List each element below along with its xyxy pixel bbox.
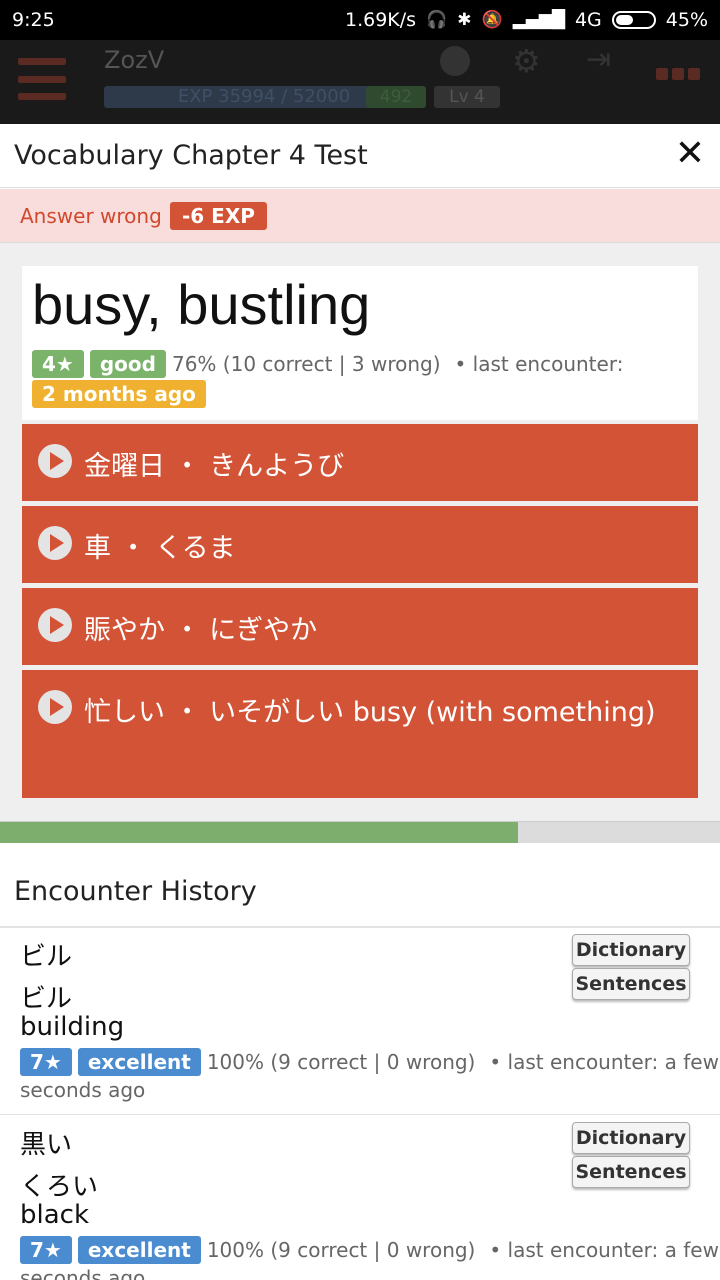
history-title: Encounter History <box>14 876 257 907</box>
signal-icon: ▂▄▆█ <box>512 10 565 30</box>
level-badge: Lv 4 <box>434 86 500 108</box>
exp-change-badge: -6 EXP <box>170 202 267 230</box>
play-icon[interactable] <box>38 690 72 724</box>
answer-alert: Answer wrong -6 EXP <box>0 189 720 243</box>
last-encounter-badge: 2 months ago <box>32 380 206 408</box>
answer-option[interactable]: 車 ・ くるま <box>22 506 698 583</box>
menu-icon[interactable] <box>18 58 66 100</box>
last-encounter-label: • last encounter: a few <box>489 1050 719 1074</box>
mute-icon: 🔕 <box>481 10 503 30</box>
sentences-button[interactable]: Sentences <box>572 1156 690 1188</box>
logout-icon[interactable]: ⇥ <box>586 42 611 77</box>
answer-text: 車 ・ くるま <box>84 533 236 564</box>
history-meaning: black <box>20 1200 90 1230</box>
close-icon[interactable]: ✕ <box>670 134 710 174</box>
last-encounter-value: seconds ago <box>20 1078 146 1102</box>
question-stats: 76% (10 correct | 3 wrong) <box>171 352 441 376</box>
history-kanji: 黒い <box>20 1130 73 1160</box>
status-bar: 9:25 1.69K/s 🎧 ✱ 🔕 ▂▄▆█ 4G 45% <box>0 0 720 40</box>
bluetooth-icon: ✱ <box>457 10 472 30</box>
answer-text: 賑やか ・ にぎやか <box>84 615 318 646</box>
question-meta: 4★ good 76% (10 correct | 3 wrong) • las… <box>32 350 623 378</box>
history-stats: 100% (9 correct | 0 wrong) <box>206 1050 476 1074</box>
history-kanji: ビル <box>20 942 73 972</box>
avatar[interactable] <box>440 46 470 76</box>
modal-header: Vocabulary Chapter 4 Test ✕ <box>0 124 720 188</box>
play-icon[interactable] <box>38 608 72 642</box>
app-header-dimmed: ZozV EXP 35994 / 52000 492 Lv 4 ⚙ ⇥ <box>0 40 720 124</box>
alert-text: Answer wrong <box>20 204 162 228</box>
answer-option[interactable]: 忙しい ・ いそがしい busy (with something) <box>22 670 698 798</box>
history-reading: くろい <box>20 1172 99 1202</box>
history-item: ビル ビル building Dictionary Sentences 7★ e… <box>0 928 720 1115</box>
stars-badge: 4★ <box>32 350 84 378</box>
progress-bar <box>0 821 720 843</box>
battery-icon <box>611 11 656 29</box>
dictionary-button[interactable]: Dictionary <box>572 934 690 966</box>
battery-level: 45% <box>665 9 708 31</box>
network-type: 4G <box>574 9 602 31</box>
gear-icon[interactable]: ⚙ <box>512 42 541 80</box>
question-word: busy, bustling <box>32 273 371 336</box>
progress-fill <box>0 822 519 843</box>
rating-badge: excellent <box>77 1236 201 1264</box>
answer-option[interactable]: 金曜日 ・ きんようび <box>22 424 698 501</box>
status-time: 9:25 <box>12 9 55 31</box>
history-reading: ビル <box>20 984 73 1014</box>
sentences-button[interactable]: Sentences <box>572 968 690 1000</box>
more-icon[interactable] <box>656 68 700 80</box>
headphones-icon: 🎧 <box>426 10 448 30</box>
question-card: busy, bustling 4★ good 76% (10 correct |… <box>22 266 698 420</box>
history-item: 黒い くろい black Dictionary Sentences 7★ exc… <box>0 1116 720 1280</box>
points-badge: 492 <box>366 86 426 108</box>
last-encounter-label: • last encounter: <box>454 352 624 376</box>
play-icon[interactable] <box>38 526 72 560</box>
rating-badge: good <box>89 350 166 378</box>
modal-title: Vocabulary Chapter 4 Test <box>14 140 368 171</box>
answer-option[interactable]: 賑やか ・ にぎやか <box>22 588 698 665</box>
network-speed: 1.69K/s <box>344 9 417 31</box>
play-icon[interactable] <box>38 444 72 478</box>
dictionary-button[interactable]: Dictionary <box>572 1122 690 1154</box>
stars-badge: 7★ <box>20 1236 72 1264</box>
username: ZozV <box>104 46 165 74</box>
last-encounter-value: seconds ago <box>20 1266 146 1280</box>
stars-badge: 7★ <box>20 1048 72 1076</box>
answer-text: 金曜日 ・ きんようび <box>84 451 345 482</box>
last-encounter-label: • last encounter: a few <box>489 1238 719 1262</box>
history-stats: 100% (9 correct | 0 wrong) <box>206 1238 476 1262</box>
rating-badge: excellent <box>77 1048 201 1076</box>
history-meaning: building <box>20 1012 125 1042</box>
answer-text: 忙しい ・ いそがしい busy (with something) <box>84 697 656 728</box>
